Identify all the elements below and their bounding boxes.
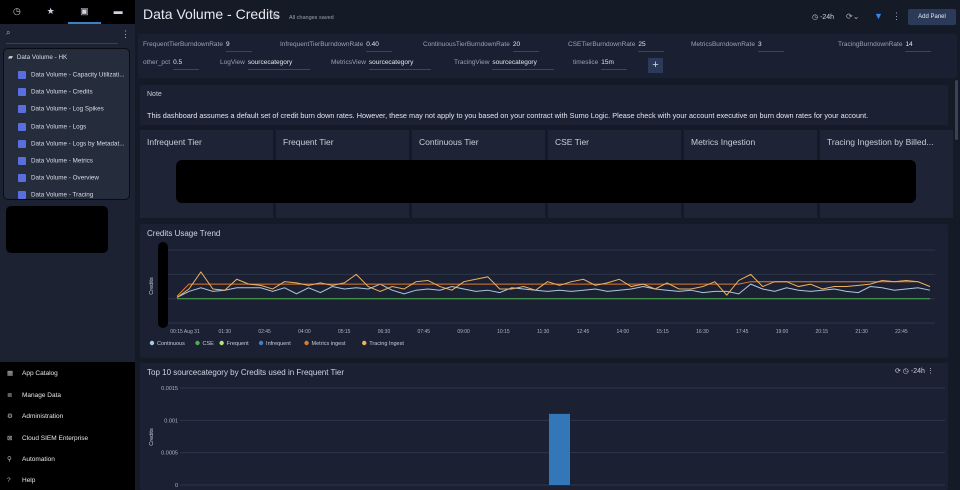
series-line-tracing-ingest [176, 271, 931, 298]
x-tick-label: 20:15 [816, 329, 829, 335]
legend-item: Frequent [227, 341, 249, 347]
legend-item: Continuous [157, 341, 185, 347]
x-tick-label: 09:00 [457, 329, 470, 335]
y-axis-label: Credits [149, 277, 155, 295]
panel-controls[interactable]: ⟳ ◷ -24h ⋮ [895, 367, 934, 375]
panel-time-range: -24h [910, 368, 925, 375]
x-tick-label: 11:30 [537, 329, 549, 335]
x-tick-label: 10:15 [497, 329, 510, 335]
x-tick-label: 05:15 [338, 329, 351, 335]
series-line-continuous [176, 283, 931, 298]
x-tick-label: 12:45 [577, 329, 590, 335]
x-tick-label: 00:15 Aug 31 [170, 329, 200, 335]
x-tick-label: 04:00 [298, 329, 311, 335]
x-tick-label: 14:00 [617, 329, 630, 335]
scrollbar[interactable] [955, 80, 958, 140]
x-tick-label: 22:45 [895, 329, 908, 335]
x-tick-label: 06:30 [378, 329, 391, 335]
legend-marker [258, 340, 264, 346]
legend-marker [362, 340, 367, 346]
x-tick-label: 02:45 [258, 329, 271, 335]
legend-marker [149, 340, 155, 346]
x-tick-label: 19:00 [776, 329, 789, 335]
legend-marker [195, 340, 200, 346]
legend-item: Infrequent [266, 341, 291, 347]
x-tick-label: 01:30 [219, 329, 232, 335]
legend-marker [219, 340, 224, 346]
x-tick-label: 21:30 [855, 329, 868, 335]
legend-marker [304, 340, 309, 346]
redacted-axis [158, 242, 168, 328]
panel-title: Top 10 sourcecategory by Credits used in… [147, 368, 344, 377]
x-tick-label: 17:45 [736, 329, 749, 335]
legend-item: Tracing Ingest [369, 341, 404, 347]
legend-item: CSE [203, 341, 215, 347]
x-tick-label: 16:30 [696, 329, 709, 335]
x-tick-label: 15:15 [656, 329, 669, 335]
top10-frequent-panel: Top 10 sourcecategory by Credits used in… [140, 363, 948, 490]
legend-item: Metrics ingest [312, 341, 346, 347]
x-tick-label: 07:45 [418, 329, 431, 335]
